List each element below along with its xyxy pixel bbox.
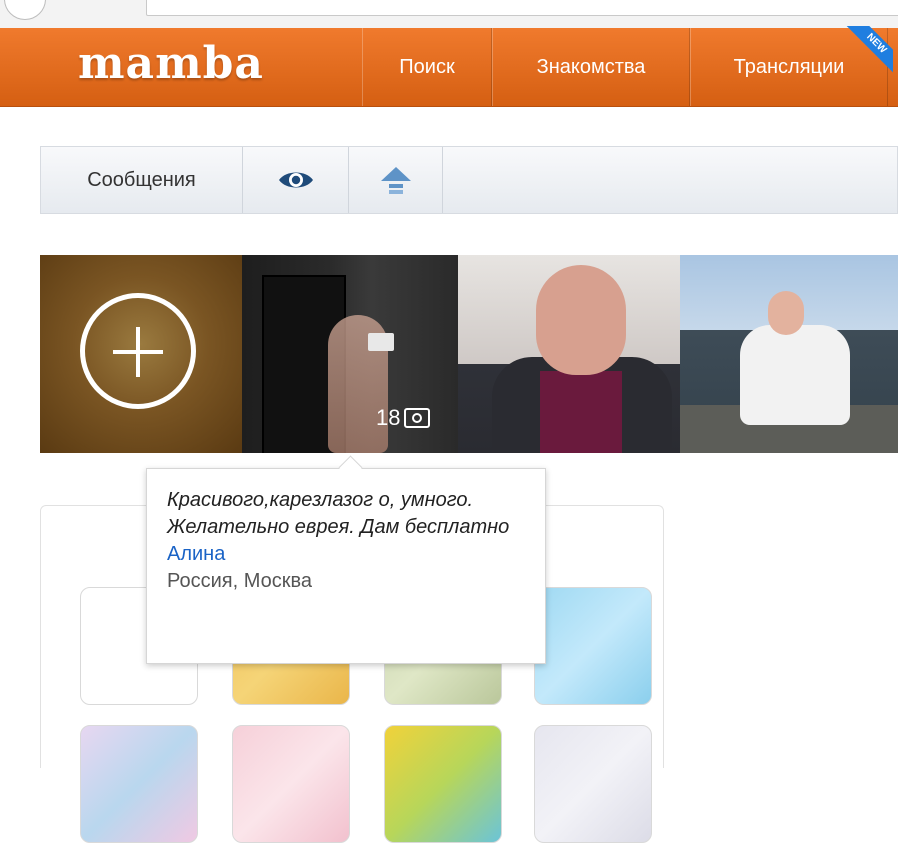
theme-tile[interactable]	[534, 725, 652, 843]
photo-count: 18	[376, 405, 431, 431]
profile-tooltip: Красивого,карезлазог о, умного. Желатель…	[146, 468, 546, 664]
eye-icon	[278, 172, 313, 188]
photo-strip: 18	[40, 255, 898, 453]
photo-figure	[768, 291, 804, 335]
add-photo-tile[interactable]	[40, 255, 242, 453]
browser-bar	[0, 0, 898, 29]
photo-count-value: 18	[376, 405, 401, 430]
photo-figure	[536, 265, 626, 375]
nav-search[interactable]: Поиск	[362, 28, 492, 106]
theme-tile[interactable]	[80, 725, 198, 843]
toolbar: Сообщения	[40, 146, 898, 214]
photo-figure	[740, 325, 850, 425]
theme-tile[interactable]	[384, 725, 502, 843]
main-nav: Поиск Знакомства Трансляции NEW	[362, 26, 893, 106]
profile-name-link[interactable]: Алина	[167, 541, 545, 568]
profile-photo[interactable]: 18	[242, 255, 458, 453]
nav-streams[interactable]: Трансляции NEW	[690, 26, 893, 106]
profile-photo[interactable]	[680, 255, 898, 453]
browser-address-bar[interactable]	[146, 0, 898, 16]
photo-figure	[540, 371, 622, 453]
tooltip-text: Красивого,карезлазог о, умного. Желатель…	[167, 489, 510, 538]
theme-tile[interactable]	[534, 587, 652, 705]
nav-dating[interactable]: Знакомства	[492, 28, 690, 106]
plus-icon	[80, 293, 196, 409]
nav-streams-label: Трансляции	[733, 55, 845, 78]
new-badge-label: NEW	[845, 26, 893, 75]
visitors-button[interactable]	[243, 147, 349, 213]
raise-profile-button[interactable]	[349, 147, 443, 213]
browser-back-button[interactable]	[4, 0, 46, 20]
photo-phone	[368, 333, 394, 351]
profile-photo[interactable]	[458, 255, 680, 453]
theme-tile[interactable]	[232, 725, 350, 843]
profile-location: Россия, Москва	[167, 570, 312, 592]
arrow-up-icon	[380, 167, 411, 194]
messages-button[interactable]: Сообщения	[41, 147, 243, 213]
logo[interactable]: mamba	[78, 38, 264, 89]
new-badge: NEW	[841, 26, 893, 78]
camera-icon	[404, 408, 431, 428]
site-header: mamba Поиск Знакомства Трансляции NEW	[0, 26, 898, 107]
